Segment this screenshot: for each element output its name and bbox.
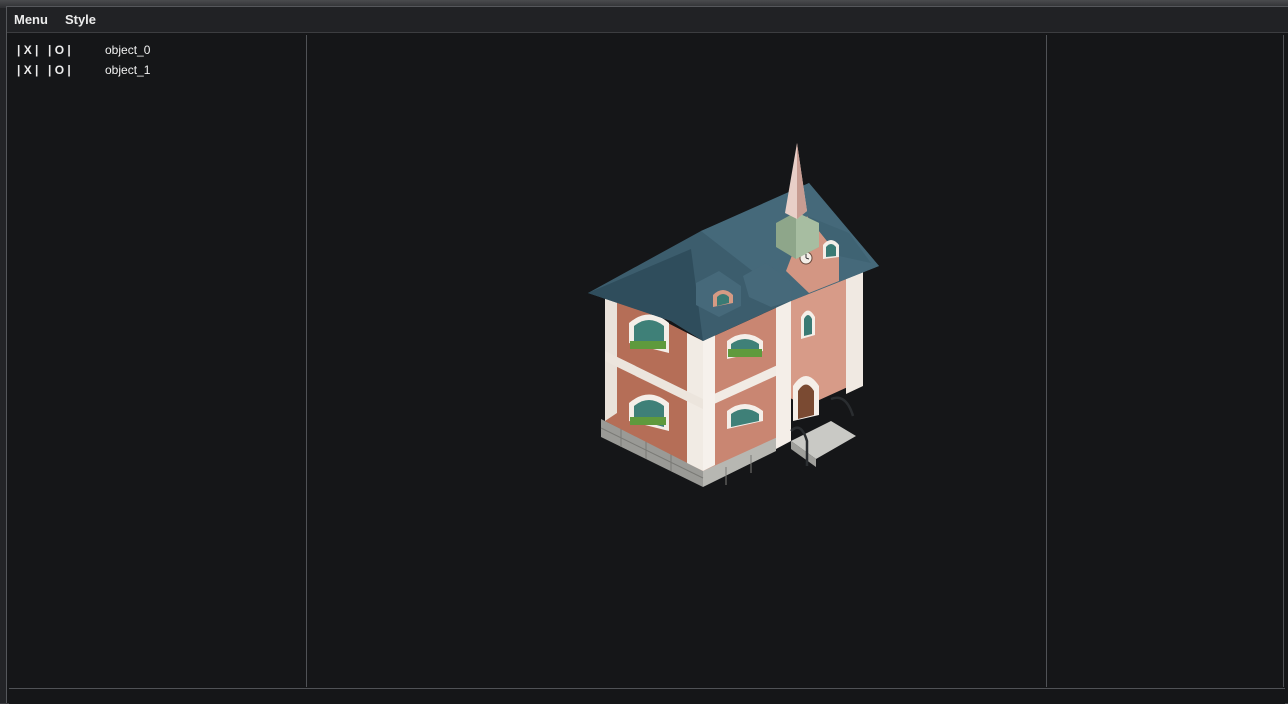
entrance-door[interactable] [798,384,814,420]
object-name[interactable]: object_0 [105,43,150,57]
3d-viewport[interactable] [309,35,1047,687]
outline-toggle-button[interactable]: | O | [48,63,105,77]
object-row: | X | | O | object_0 [17,40,150,60]
menu-bar: Menu Style [7,7,1288,33]
menu-item-menu[interactable]: Menu [14,7,48,33]
church-model [588,143,879,487]
menu-item-style[interactable]: Style [65,7,96,33]
stair-railing [830,396,855,417]
tower-window [804,315,812,336]
object-list-panel: | X | | O | object_0 | X | | O | object_… [9,35,307,687]
object-name[interactable]: object_1 [105,63,150,77]
outline-toggle-button[interactable]: | O | [48,43,105,57]
wall-corner-trim [703,335,715,471]
properties-panel [1048,35,1284,687]
visibility-toggle-button[interactable]: | X | [17,63,48,77]
app-window: Menu Style | X | | O | object_0 | X | | … [6,6,1288,704]
object-row: | X | | O | object_1 [17,60,150,80]
spire-shade [797,143,807,219]
visibility-toggle-button[interactable]: | X | [17,43,48,57]
status-bar [9,688,1285,704]
gable-window [826,244,836,257]
